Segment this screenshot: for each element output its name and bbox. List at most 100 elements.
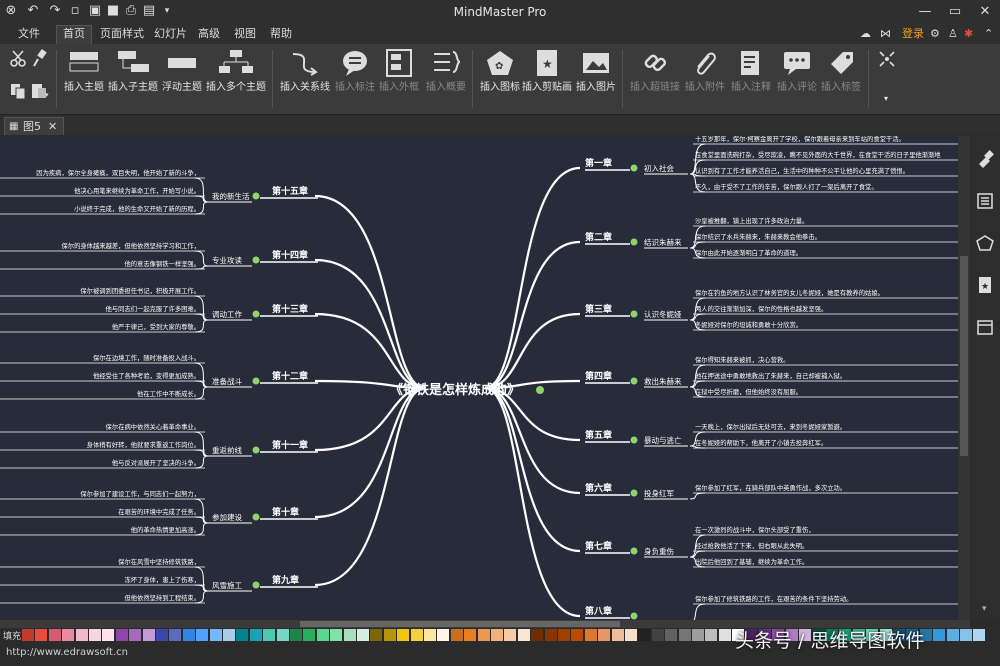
expand-toggle-icon[interactable] — [630, 164, 638, 172]
color-swatch[interactable] — [330, 629, 343, 641]
color-swatch[interactable] — [933, 629, 946, 641]
subtopic[interactable]: 准备战斗 — [212, 376, 242, 386]
color-swatch[interactable] — [718, 629, 731, 641]
note-branch-line[interactable] — [690, 603, 706, 620]
chapter-topic[interactable]: 第三章 — [585, 303, 612, 315]
color-swatch[interactable] — [209, 629, 222, 641]
main-branch-line[interactable] — [314, 386, 426, 587]
expand-toggle-icon[interactable] — [630, 547, 638, 555]
chapter-topic[interactable]: 第十五章 — [272, 185, 308, 197]
mindmap-diagram[interactable]: 《钢铁是怎样炼成的》第一章 初入社会十五岁那年，保尔·柯察金离开了学校，保尔跟着母… — [0, 136, 970, 620]
expand-toggle-icon[interactable] — [630, 489, 638, 497]
cloud-icon[interactable]: ☁ — [860, 26, 871, 42]
share-icon[interactable]: ⋈ — [880, 26, 891, 42]
color-swatch[interactable] — [692, 629, 704, 641]
icon-library-icon[interactable] — [976, 234, 994, 252]
chapter-topic[interactable]: 第八章 — [585, 605, 612, 617]
chapter-topic[interactable]: 第十三章 — [272, 303, 308, 315]
insert-summary-button[interactable]: 插入概要 — [424, 48, 468, 93]
expand-toggle-icon[interactable] — [630, 377, 638, 385]
detail-note[interactable]: 冬妮娅对保尔的坦诚和勇敢十分欣赏。 — [695, 320, 802, 329]
detail-note[interactable]: 在一次激烈的战斗中，保尔头部受了重伤， — [695, 525, 815, 534]
chapter-topic[interactable]: 第六章 — [585, 482, 612, 494]
main-branch-line[interactable] — [484, 386, 581, 553]
detail-note[interactable]: 在食堂里面洗碗打杂，受尽欺凌，瞧不见外面的大千世界，在食堂干活的日子里他渐渐地 — [695, 150, 941, 159]
mindmap-canvas[interactable]: 《钢铁是怎样炼成的》 第一章 初入社会 十五岁那年，保尔·柯察金离开了学校，保尔跟着母… — [0, 136, 970, 620]
detail-note[interactable]: 认识到有了工作才能养活自己，生活中的种种不公平让他的心里充满了愤恨。 — [695, 166, 909, 175]
insert-relationship-button[interactable]: 插入关系线 — [278, 48, 332, 93]
menu-home[interactable]: 首页 — [56, 25, 92, 45]
clipart-panel-icon[interactable]: ★ — [976, 276, 994, 294]
panel-scroll-down-icon[interactable]: ▾ — [982, 604, 987, 614]
ribbon-collapse-icon[interactable]: ⌃ — [984, 26, 993, 42]
detail-note[interactable]: 经过抢救他活了下来，但右眼从此失明。 — [695, 541, 808, 550]
expand-toggle-icon[interactable] — [252, 377, 260, 385]
insert-subtopic-button[interactable]: 插入子主题 — [106, 48, 160, 93]
detail-note[interactable]: 保尔在病中依然关心着革命事业。 — [106, 422, 200, 431]
format-painter-button[interactable] — [30, 48, 50, 68]
detail-note[interactable]: 保尔参加了红军，在骑兵部队中英勇作战，多次立功。 — [695, 483, 846, 492]
expand-toggle-icon[interactable] — [252, 446, 260, 454]
note-branch-line[interactable] — [689, 492, 706, 500]
subtopic[interactable]: 救出朱赫来 — [644, 376, 682, 386]
detail-note[interactable]: 他经受住了各种考验，变得更加成熟。 — [93, 371, 200, 380]
insert-multiple-topics-button[interactable]: 插入多个主题 — [204, 48, 268, 93]
chapter-topic[interactable]: 第十章 — [272, 506, 299, 518]
main-branch-line[interactable] — [484, 386, 581, 495]
color-swatch[interactable] — [89, 629, 101, 641]
chapter-topic[interactable]: 第二章 — [585, 231, 612, 243]
color-swatch[interactable] — [437, 629, 450, 641]
subtopic[interactable]: 风雪施工 — [212, 580, 242, 590]
subtopic[interactable]: 认识冬妮娅 — [644, 309, 682, 319]
skin-icon[interactable]: ♙ — [948, 26, 958, 42]
color-swatch[interactable] — [973, 629, 986, 641]
detail-note[interactable]: 保尔被调到团委担任书记，积极开展工作。 — [80, 286, 200, 295]
main-branch-line[interactable] — [314, 386, 426, 519]
detail-note[interactable]: 保尔参加了修筑铁路的工作，在艰苦的条件下坚持劳动。 — [695, 594, 852, 603]
expand-toggle-icon[interactable] — [630, 436, 638, 444]
detail-note[interactable]: 十五岁那年，保尔·柯察金离开了学校，保尔跟着母亲来到车站的食堂干活。 — [695, 136, 905, 143]
detail-note[interactable]: 他决心用笔来继续为革命工作，开始写小说。 — [74, 186, 200, 195]
expand-toggle-icon[interactable] — [252, 581, 260, 589]
chapter-topic[interactable]: 第十四章 — [272, 249, 308, 261]
detail-note[interactable]: 在冬妮娅的帮助下，他离开了小镇去投奔红军。 — [695, 438, 827, 447]
insert-attachment-button[interactable]: 插入附件 — [682, 48, 728, 93]
floating-topic-button[interactable]: 浮动主题 — [160, 48, 204, 93]
color-swatch[interactable] — [263, 629, 276, 641]
insert-icon-button[interactable]: ✿ 插入图标 — [478, 48, 522, 93]
menu-view[interactable]: 视图 — [228, 26, 262, 42]
cut-button[interactable] — [6, 48, 30, 68]
detail-note[interactable]: 他在工作中不断成长。 — [137, 389, 200, 398]
menu-page-style[interactable]: 页面样式 — [94, 26, 150, 42]
layout-dropdown-icon[interactable]: ▾ — [880, 94, 892, 103]
color-swatch[interactable] — [223, 629, 235, 641]
color-swatch[interactable] — [48, 629, 61, 641]
detail-note[interactable]: 两人的交往渐渐加深，保尔的性格也越发坚强。 — [695, 304, 827, 313]
maximize-button[interactable]: ▭ — [940, 0, 970, 24]
detail-note[interactable]: 在狱中受尽折磨，但他始终没有屈服。 — [695, 387, 802, 396]
expand-toggle-icon[interactable] — [252, 256, 260, 264]
chapter-topic[interactable]: 第四章 — [585, 370, 612, 382]
detail-note[interactable]: 不久，由于受不了工作的辛苦，保尔跟人打了一架后离开了食堂。 — [695, 182, 878, 191]
color-swatch[interactable] — [343, 629, 356, 641]
detail-note[interactable]: 因为疾病，保尔全身瘫痪，双目失明，他开始了新的斗争， — [36, 168, 200, 177]
task-calendar-icon[interactable] — [976, 318, 994, 336]
detail-note[interactable]: 他与同志们一起克服了许多困难。 — [106, 304, 200, 313]
settings-icon[interactable]: ⚙ — [930, 26, 940, 42]
chapter-topic[interactable]: 第七章 — [585, 540, 612, 552]
color-swatch[interactable] — [598, 629, 611, 641]
subtopic[interactable]: 投身红军 — [644, 488, 674, 498]
color-swatch[interactable] — [303, 629, 316, 641]
subtopic[interactable]: 我的新生活 — [212, 191, 250, 201]
insert-image-button[interactable]: 插入图片 — [574, 48, 618, 93]
expand-toggle-icon[interactable] — [630, 238, 638, 246]
layout-button[interactable] — [874, 48, 900, 70]
color-swatch[interactable] — [115, 629, 128, 641]
color-swatch[interactable] — [75, 629, 88, 641]
detail-note[interactable]: 在艰苦的环境中完成了任务。 — [118, 507, 200, 516]
color-swatch[interactable] — [665, 629, 678, 641]
expand-toggle-icon[interactable] — [536, 386, 544, 394]
detail-note[interactable]: 他严于律己，受到大家的尊敬。 — [112, 322, 200, 331]
expand-toggle-icon[interactable] — [630, 310, 638, 318]
app-store-icon[interactable]: ✱ — [964, 26, 973, 42]
